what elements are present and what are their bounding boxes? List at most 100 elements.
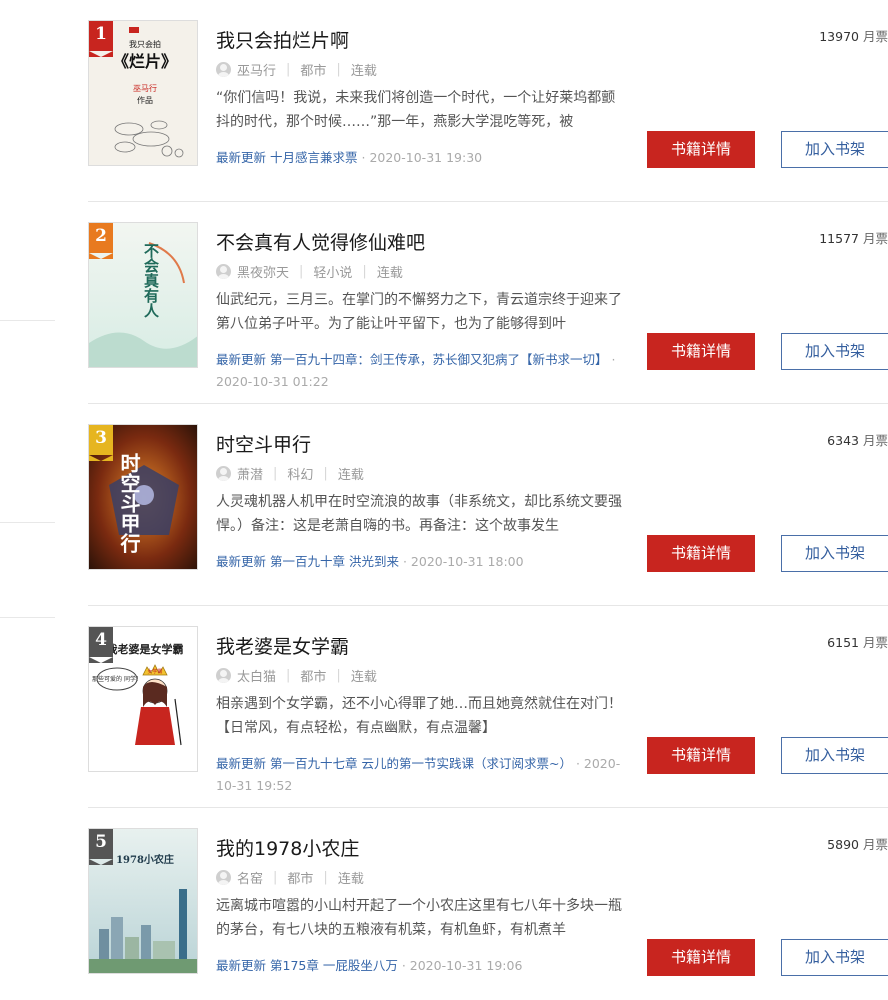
monthly-tickets: 6343 月票 <box>827 430 888 449</box>
update-time: 2020-10-31 18:00 <box>410 554 524 569</box>
book-title[interactable]: 我只会拍烂片啊 <box>216 26 349 53</box>
book-category[interactable]: 都市 <box>300 60 326 79</box>
update-label: 最新更新 <box>216 756 267 771</box>
book-status: 连载 <box>337 872 364 887</box>
book-intro: 仙武纪元，三月三。在掌门的不懈努力之下，青云道宗终于迎来了第八位弟子叶平。为了能… <box>216 292 622 332</box>
book-cover[interactable]: 不会真有人 2 <box>88 222 198 368</box>
cover-suffix: 作品 <box>137 95 153 105</box>
update-chapter[interactable]: 第一百九十七章 云儿的第一节实践课（求订阅求票~） <box>270 756 572 771</box>
add-to-shelf-button[interactable]: 加入书架 <box>781 939 888 976</box>
book-category[interactable]: 都市 <box>287 868 313 887</box>
book-meta: 巫马行 | 都市 | 连载 <box>216 60 377 79</box>
book-status: 连载 <box>350 64 377 79</box>
book-item: 1978小农庄 5 我的1978小农庄 名窑 | 都市 | 连载 远离城市喧嚣的… <box>88 808 888 1000</box>
monthly-tickets: 11577 月票 <box>819 228 888 247</box>
cover-title: 时空斗甲行 <box>117 453 141 553</box>
author-avatar-icon <box>216 264 231 279</box>
meta-divider: | <box>286 668 291 683</box>
ticket-unit: 月票 <box>862 231 888 246</box>
book-item: 我只会拍 《烂片》 巫马行 作品 1 我只会拍烂片啊 巫马行 | 都市 | 连载… <box>88 0 888 202</box>
left-divider <box>0 617 55 618</box>
author-avatar-icon <box>216 62 231 77</box>
rank-badge: 3 <box>89 425 113 461</box>
rank-badge: 2 <box>89 223 113 259</box>
latest-update[interactable]: 最新更新 十月感言兼求票 · 2020-10-31 19:30 <box>216 147 626 169</box>
book-author[interactable]: 黑夜弥天 <box>237 262 289 281</box>
meta-divider: | <box>336 668 341 683</box>
book-status: 连载 <box>337 468 364 483</box>
book-author[interactable]: 巫马行 <box>237 60 276 79</box>
book-detail-button[interactable]: 书籍详情 <box>647 939 755 976</box>
update-label: 最新更新 <box>216 150 267 165</box>
book-detail-button[interactable]: 书籍详情 <box>647 333 755 370</box>
book-status: 连载 <box>376 266 403 281</box>
monthly-tickets: 6151 月票 <box>827 632 888 651</box>
book-title[interactable]: 我的1978小农庄 <box>216 834 359 861</box>
book-title[interactable]: 我老婆是女学霸 <box>216 632 349 659</box>
book-cover[interactable]: 我只会拍 《烂片》 巫马行 作品 1 <box>88 20 198 166</box>
latest-update[interactable]: 最新更新 第一百九十七章 云儿的第一节实践课（求订阅求票~） · 2020-10… <box>216 753 626 797</box>
ticket-unit: 月票 <box>862 29 888 44</box>
book-intro: 人灵魂机器人机甲在时空流浪的故事（非系统文，却比系统文要强悍。）备注：这是老萧自… <box>216 494 622 534</box>
cover-title: 不会真有人 <box>142 243 160 318</box>
update-label: 最新更新 <box>216 352 267 367</box>
book-meta: 黑夜弥天 | 轻小说 | 连载 <box>216 262 403 281</box>
book-title[interactable]: 时空斗甲行 <box>216 430 311 457</box>
cover-line2: 《烂片》 <box>113 52 177 71</box>
ticket-count: 6151 <box>827 635 859 650</box>
latest-update[interactable]: 最新更新 第一百九十四章：剑王传承，苏长御又犯病了【新书求一切】 · 2020-… <box>216 349 626 393</box>
book-intro: 相亲遇到个女学霸，还不小心得罪了她…而且她竟然就住在对门！【日常风，有点轻松，有… <box>216 696 622 736</box>
ticket-unit: 月票 <box>862 837 888 852</box>
update-time: 2020-10-31 01:22 <box>216 374 329 389</box>
ticket-unit: 月票 <box>862 635 888 650</box>
add-to-shelf-button[interactable]: 加入书架 <box>781 333 888 370</box>
update-chapter[interactable]: 第175章 一屁股坐八万 <box>270 958 398 973</box>
meta-divider: | <box>323 466 328 481</box>
book-item: 时空斗甲行 3 时空斗甲行 萧潜 | 科幻 | 连载 人灵魂机器人机甲在时空流浪… <box>88 404 888 606</box>
add-to-shelf-button[interactable]: 加入书架 <box>781 737 888 774</box>
update-time: 2020-10-31 19:06 <box>409 958 523 973</box>
book-detail-button[interactable]: 书籍详情 <box>647 535 755 572</box>
book-meta: 太白猫 | 都市 | 连载 <box>216 666 377 685</box>
book-cover[interactable]: 时空斗甲行 3 <box>88 424 198 570</box>
meta-divider: | <box>323 870 328 885</box>
book-meta: 名窑 | 都市 | 连载 <box>216 868 364 887</box>
rank-badge: 1 <box>89 21 113 57</box>
ticket-count: 6343 <box>827 433 859 448</box>
book-category[interactable]: 都市 <box>300 666 326 685</box>
ticket-unit: 月票 <box>862 433 888 448</box>
book-intro: 远离城市喧嚣的小山村开起了一个小农庄这里有七八年十多块一瓶的茅台，有七八块的五粮… <box>216 898 622 938</box>
latest-update[interactable]: 最新更新 第一百九十章 洪光到来 · 2020-10-31 18:00 <box>216 551 626 573</box>
cover-title: 1978小农庄 <box>116 853 174 866</box>
book-author[interactable]: 太白猫 <box>237 666 276 685</box>
update-chapter[interactable]: 第一百九十章 洪光到来 <box>270 554 399 569</box>
update-label: 最新更新 <box>216 554 267 569</box>
author-avatar-icon <box>216 870 231 885</box>
book-detail-button[interactable]: 书籍详情 <box>647 131 755 168</box>
book-detail-button[interactable]: 书籍详情 <box>647 737 755 774</box>
update-chapter[interactable]: 十月感言兼求票 <box>270 150 358 165</box>
book-title[interactable]: 不会真有人觉得修仙难吧 <box>216 228 425 255</box>
left-divider <box>0 320 55 321</box>
latest-update[interactable]: 最新更新 第175章 一屁股坐八万 · 2020-10-31 19:06 <box>216 955 626 977</box>
update-chapter[interactable]: 第一百九十四章：剑王传承，苏长御又犯病了【新书求一切】 <box>270 352 608 367</box>
book-category[interactable]: 科幻 <box>287 464 313 483</box>
book-author[interactable]: 名窑 <box>237 868 263 887</box>
book-category[interactable]: 轻小说 <box>313 262 352 281</box>
book-cover[interactable]: 我老婆是女学霸 那些可爱的 同学！ 女学霸 4 <box>88 626 198 772</box>
meta-divider: | <box>273 870 278 885</box>
update-time: 2020-10-31 19:30 <box>369 150 483 165</box>
ticket-count: 13970 <box>819 29 859 44</box>
meta-divider: | <box>273 466 278 481</box>
book-cover[interactable]: 1978小农庄 5 <box>88 828 198 974</box>
book-item: 不会真有人 2 不会真有人觉得修仙难吧 黑夜弥天 | 轻小说 | 连载 仙武纪元… <box>88 202 888 404</box>
meta-divider: | <box>336 62 341 77</box>
cover-title: 我老婆是女学霸 <box>107 642 184 656</box>
add-to-shelf-button[interactable]: 加入书架 <box>781 535 888 572</box>
add-to-shelf-button[interactable]: 加入书架 <box>781 131 888 168</box>
author-avatar-icon <box>216 668 231 683</box>
book-author[interactable]: 萧潜 <box>237 464 263 483</box>
book-intro: “你们信吗！我说，未来我们将创造一个时代，一个让好莱坞都颤抖的时代，那个时候……… <box>216 90 616 130</box>
cover-author: 巫马行 <box>133 83 157 93</box>
cover-bubble: 那些可爱的 同学！ <box>92 675 142 683</box>
